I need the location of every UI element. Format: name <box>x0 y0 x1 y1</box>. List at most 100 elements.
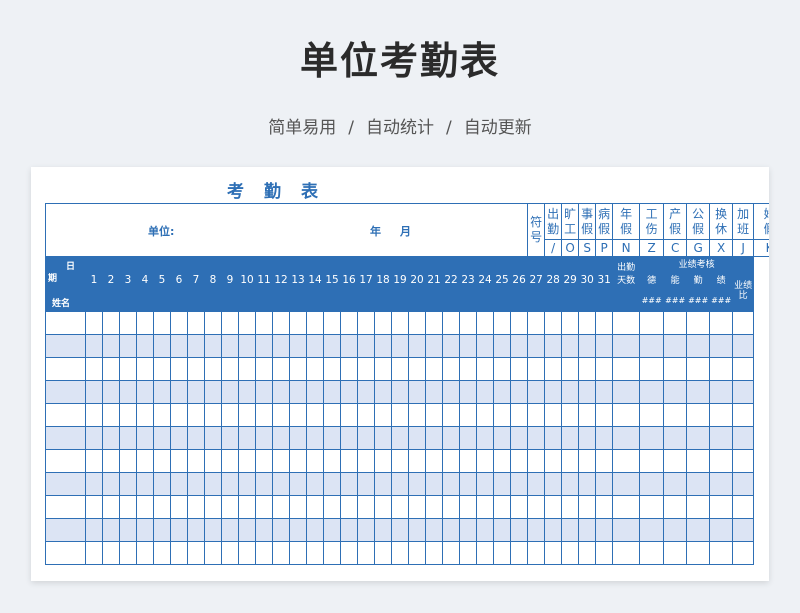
attendance-cell[interactable] <box>509 495 529 519</box>
attendance-cell[interactable] <box>119 334 137 358</box>
attendance-cell[interactable] <box>578 380 597 404</box>
attendance-cell[interactable] <box>136 518 154 542</box>
attendance-cell[interactable] <box>595 334 614 358</box>
attendance-cell[interactable] <box>732 426 755 450</box>
attendance-cell[interactable] <box>595 472 614 496</box>
attendance-cell[interactable] <box>102 495 120 519</box>
attendance-cell[interactable] <box>289 518 307 542</box>
attendance-cell[interactable] <box>221 380 239 404</box>
attendance-cell[interactable] <box>509 403 529 427</box>
attendance-cell[interactable] <box>391 357 409 381</box>
attendance-cell[interactable] <box>221 472 239 496</box>
attendance-cell[interactable] <box>170 357 188 381</box>
attendance-cell[interactable] <box>459 426 477 450</box>
attendance-cell[interactable] <box>374 334 392 358</box>
attendance-cell[interactable] <box>408 334 426 358</box>
attendance-cell[interactable] <box>357 449 375 473</box>
attendance-cell[interactable] <box>578 495 597 519</box>
attendance-cell[interactable] <box>289 403 307 427</box>
attendance-cell[interactable] <box>306 518 324 542</box>
attendance-cell[interactable] <box>204 426 222 450</box>
attendance-cell[interactable] <box>204 449 222 473</box>
attendance-cell[interactable] <box>709 357 734 381</box>
attendance-cell[interactable] <box>408 426 426 450</box>
attendance-cell[interactable] <box>357 518 375 542</box>
attendance-cell[interactable] <box>374 472 392 496</box>
attendance-cell[interactable] <box>561 541 580 565</box>
attendance-cell[interactable] <box>425 311 443 335</box>
attendance-cell[interactable] <box>408 449 426 473</box>
attendance-cell[interactable] <box>408 541 426 565</box>
attendance-cell[interactable] <box>639 334 665 358</box>
attendance-cell[interactable] <box>374 403 392 427</box>
attendance-cell[interactable] <box>306 426 324 450</box>
attendance-cell[interactable] <box>639 472 665 496</box>
attendance-cell[interactable] <box>238 357 256 381</box>
employee-name-cell[interactable] <box>45 334 86 358</box>
attendance-cell[interactable] <box>509 472 529 496</box>
attendance-cell[interactable] <box>459 472 477 496</box>
attendance-cell[interactable] <box>544 357 563 381</box>
attendance-cell[interactable] <box>136 426 154 450</box>
attendance-cell[interactable] <box>153 495 171 519</box>
attendance-cell[interactable] <box>527 518 546 542</box>
attendance-cell[interactable] <box>187 403 205 427</box>
attendance-cell[interactable] <box>595 311 614 335</box>
attendance-cell[interactable] <box>442 472 460 496</box>
attendance-cell[interactable] <box>289 472 307 496</box>
attendance-cell[interactable] <box>204 541 222 565</box>
attendance-cell[interactable] <box>340 403 358 427</box>
attendance-cell[interactable] <box>102 311 120 335</box>
attendance-cell[interactable] <box>425 541 443 565</box>
attendance-cell[interactable] <box>255 518 273 542</box>
attendance-cell[interactable] <box>170 541 188 565</box>
attendance-cell[interactable] <box>323 495 341 519</box>
attendance-cell[interactable] <box>561 472 580 496</box>
attendance-cell[interactable] <box>289 334 307 358</box>
attendance-cell[interactable] <box>442 311 460 335</box>
attendance-cell[interactable] <box>374 518 392 542</box>
attendance-cell[interactable] <box>527 357 546 381</box>
attendance-cell[interactable] <box>663 357 688 381</box>
attendance-cell[interactable] <box>732 541 755 565</box>
attendance-cell[interactable] <box>187 472 205 496</box>
attendance-cell[interactable] <box>391 380 409 404</box>
attendance-cell[interactable] <box>561 495 580 519</box>
attendance-cell[interactable] <box>425 380 443 404</box>
attendance-cell[interactable] <box>425 518 443 542</box>
employee-name-cell[interactable] <box>45 518 86 542</box>
attendance-cell[interactable] <box>493 541 511 565</box>
attendance-cell[interactable] <box>709 403 734 427</box>
attendance-cell[interactable] <box>663 380 688 404</box>
attendance-cell[interactable] <box>561 334 580 358</box>
attendance-cell[interactable] <box>85 403 103 427</box>
attendance-cell[interactable] <box>476 380 494 404</box>
attendance-cell[interactable] <box>85 357 103 381</box>
attendance-cell[interactable] <box>136 380 154 404</box>
attendance-cell[interactable] <box>442 449 460 473</box>
attendance-cell[interactable] <box>476 518 494 542</box>
attendance-cell[interactable] <box>221 518 239 542</box>
attendance-cell[interactable] <box>136 403 154 427</box>
attendance-cell[interactable] <box>136 541 154 565</box>
attendance-cell[interactable] <box>85 495 103 519</box>
attendance-cell[interactable] <box>612 334 641 358</box>
attendance-cell[interactable] <box>595 426 614 450</box>
attendance-cell[interactable] <box>509 426 529 450</box>
attendance-cell[interactable] <box>153 334 171 358</box>
attendance-cell[interactable] <box>709 495 734 519</box>
attendance-cell[interactable] <box>391 518 409 542</box>
attendance-cell[interactable] <box>272 495 290 519</box>
attendance-cell[interactable] <box>509 334 529 358</box>
attendance-cell[interactable] <box>289 311 307 335</box>
attendance-cell[interactable] <box>732 518 755 542</box>
attendance-cell[interactable] <box>544 380 563 404</box>
attendance-cell[interactable] <box>85 541 103 565</box>
attendance-cell[interactable] <box>153 449 171 473</box>
attendance-cell[interactable] <box>374 449 392 473</box>
attendance-cell[interactable] <box>442 495 460 519</box>
attendance-cell[interactable] <box>340 495 358 519</box>
attendance-cell[interactable] <box>272 334 290 358</box>
attendance-cell[interactable] <box>639 357 665 381</box>
attendance-cell[interactable] <box>663 426 688 450</box>
